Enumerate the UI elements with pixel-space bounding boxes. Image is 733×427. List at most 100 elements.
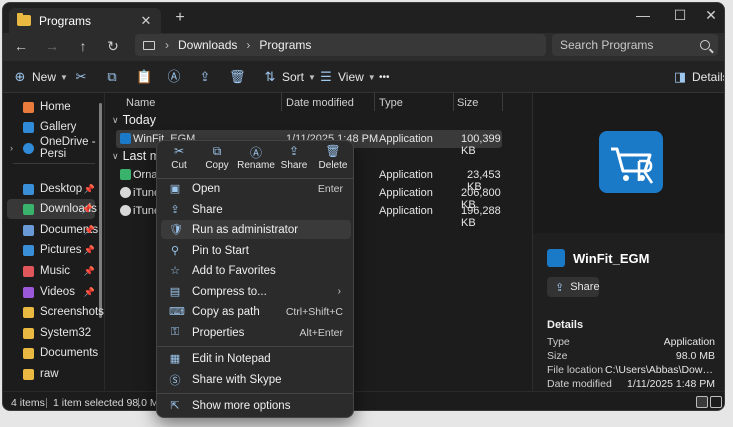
sidebar-item-home[interactable]: Home bbox=[3, 97, 97, 117]
back-button[interactable]: ← bbox=[12, 38, 30, 54]
menu-item-label: Edit in Notepad bbox=[192, 352, 271, 365]
sidebar-item-videos[interactable]: Videos 📌 bbox=[3, 282, 97, 302]
tab-close-icon[interactable]: ✕ bbox=[139, 13, 153, 29]
ctx-open[interactable]: ▣ Open Enter bbox=[161, 179, 351, 198]
close-window-button[interactable]: ✕ bbox=[701, 7, 721, 24]
ctx-copy-as-path[interactable]: ⌨ Copy as path Ctrl+Shift+C bbox=[161, 302, 351, 321]
menu-item-icon: ⚿ bbox=[170, 326, 180, 338]
ctx-action-label: Copy bbox=[205, 160, 229, 171]
pin-icon: 📌 bbox=[83, 244, 95, 255]
search-box[interactable]: Search Programs bbox=[552, 34, 718, 56]
folder-icon bbox=[23, 347, 34, 359]
cut-icon: ✂ bbox=[173, 144, 185, 158]
ctx-delete-button[interactable]: 🗑 Delete bbox=[314, 144, 352, 171]
sidebar-item-screenshots[interactable]: Screenshots bbox=[3, 302, 104, 322]
ctx-share-with-skype[interactable]: Ⓢ Share with Skype bbox=[161, 370, 351, 389]
more-options-button[interactable]: ••• bbox=[379, 68, 390, 86]
column-name[interactable]: Name bbox=[126, 95, 155, 111]
expand-chevron-icon[interactable]: › bbox=[10, 143, 13, 153]
paste-button[interactable]: 📋 bbox=[136, 68, 152, 86]
chevron-down-icon: ∨ bbox=[112, 150, 119, 161]
ctx-action-label: Cut bbox=[171, 160, 187, 171]
new-label: New bbox=[32, 70, 57, 84]
details-share-button[interactable]: ⇪ Share bbox=[547, 277, 600, 297]
folder-icon bbox=[23, 306, 34, 318]
menu-item-label: Add to Favorites bbox=[192, 264, 276, 277]
ctx-share[interactable]: ⇪ Share bbox=[161, 200, 351, 219]
sidebar-item-label: Music bbox=[40, 265, 71, 277]
ctx-show-more-options[interactable]: ⇱ Show more options bbox=[161, 396, 351, 415]
breadcrumb-downloads[interactable]: Downloads bbox=[178, 38, 237, 52]
prop-date-modified: Date modified 1/11/2025 1:48 PM bbox=[547, 378, 715, 391]
ctx-share-button[interactable]: ⇪ Share bbox=[275, 144, 313, 171]
plus-circle-icon: ⊕ bbox=[14, 69, 26, 84]
sidebar-item-system32[interactable]: System32 bbox=[3, 323, 97, 343]
maximize-button[interactable]: ☐ bbox=[670, 7, 690, 24]
tab-programs[interactable]: Programs ✕ bbox=[9, 8, 161, 33]
sidebar-item-music[interactable]: Music 📌 bbox=[3, 261, 97, 281]
sort-label: Sort bbox=[282, 70, 305, 84]
ctx-add-to-favorites[interactable]: ☆ Add to Favorites bbox=[161, 261, 351, 280]
ctx-edit-in-notepad[interactable]: ▦ Edit in Notepad bbox=[161, 349, 351, 368]
forward-button[interactable]: → bbox=[43, 38, 61, 54]
tiles-view-button[interactable] bbox=[710, 396, 722, 408]
details-toggle-button[interactable]: ◨ Details bbox=[673, 68, 724, 86]
column-divider[interactable] bbox=[374, 93, 375, 111]
sidebar-item-pictures[interactable]: Pictures 📌 bbox=[3, 240, 97, 260]
document-icon bbox=[23, 224, 34, 236]
rename-button[interactable]: Ⓐ bbox=[167, 68, 181, 86]
sidebar-item-documents[interactable]: Documents 📌 bbox=[3, 220, 98, 240]
ctx-cut-button[interactable]: ✂ Cut bbox=[160, 144, 198, 171]
address-bar-row: ← → ↑ ↻ › Downloads › Programs Search Pr… bbox=[3, 33, 724, 61]
column-size[interactable]: Size bbox=[457, 95, 478, 111]
column-type[interactable]: Type bbox=[379, 95, 403, 111]
up-button[interactable]: ↑ bbox=[74, 38, 92, 54]
menu-item-icon: ⇱ bbox=[170, 400, 180, 412]
folder-icon bbox=[23, 368, 34, 380]
sort-button[interactable]: ⇅ Sort ▼ bbox=[263, 68, 316, 86]
sidebar-item-desktop[interactable]: Desktop 📌 bbox=[3, 179, 97, 199]
sidebar-item-documents[interactable]: Documents bbox=[3, 343, 98, 363]
details-view-button[interactable] bbox=[696, 396, 708, 408]
details-title-row: WinFit_EGM bbox=[547, 249, 649, 267]
command-bar: ⊕ New ▼ ✂ ⧉ 📋 Ⓐ ⇪ 🗑 ⇅ Sort ▼ ☰ View ▼ ••… bbox=[3, 61, 724, 93]
new-button[interactable]: ⊕ New ▼ bbox=[13, 68, 68, 86]
minimize-button[interactable]: — bbox=[633, 7, 653, 23]
copy-button[interactable]: ⧉ bbox=[105, 68, 119, 86]
sidebar-item-gallery[interactable]: Gallery bbox=[3, 117, 97, 137]
chevron-right-icon: › bbox=[246, 38, 251, 52]
sidebar-scrollbar[interactable] bbox=[99, 103, 102, 318]
menu-item-icon: ⚲ bbox=[170, 245, 180, 257]
sidebar-item-raw[interactable]: raw bbox=[3, 364, 97, 384]
cloud-icon bbox=[23, 142, 34, 154]
ctx-compress-to[interactable]: ▤ Compress to... › bbox=[161, 282, 351, 301]
file-type: Application bbox=[379, 187, 433, 199]
more-icon: ••• bbox=[379, 71, 390, 83]
ctx-rename-button[interactable]: Ⓐ Rename bbox=[237, 144, 275, 171]
ctx-run-as-administrator[interactable]: 🛡 Run as administrator bbox=[161, 220, 351, 239]
sort-icon: ⇅ bbox=[264, 69, 276, 84]
address-bar[interactable]: › Downloads › Programs bbox=[135, 34, 546, 56]
refresh-button[interactable]: ↻ bbox=[104, 38, 122, 55]
search-input[interactable]: Search Programs bbox=[560, 38, 700, 52]
delete-button[interactable]: 🗑 bbox=[229, 68, 246, 86]
view-button[interactable]: ☰ View ▼ bbox=[319, 68, 376, 86]
ctx-copy-button[interactable]: ⧉ Copy bbox=[198, 144, 236, 171]
menu-item-icon: ⇪ bbox=[170, 204, 180, 216]
column-divider[interactable] bbox=[453, 93, 454, 111]
breadcrumb-programs[interactable]: Programs bbox=[259, 38, 311, 52]
new-tab-button[interactable]: + bbox=[171, 9, 189, 27]
sidebar-item-onedrive-persi[interactable]: › OneDrive - Persi bbox=[3, 136, 97, 160]
view-label: View bbox=[338, 70, 364, 84]
ctx-properties[interactable]: ⚿ Properties Alt+Enter bbox=[161, 323, 351, 342]
details-pane: WinFit_EGM ⇪ Share Details Type Applicati… bbox=[532, 93, 724, 391]
ctx-pin-to-start[interactable]: ⚲ Pin to Start bbox=[161, 241, 351, 260]
prop-value: 98.0 MB bbox=[675, 350, 715, 362]
share-button[interactable]: ⇪ bbox=[198, 68, 212, 86]
column-date-modified[interactable]: Date modified bbox=[286, 95, 354, 111]
column-divider[interactable] bbox=[281, 93, 282, 111]
sidebar-item-downloads[interactable]: Downloads 📌 bbox=[7, 199, 97, 219]
column-divider[interactable] bbox=[502, 93, 503, 111]
cut-button[interactable]: ✂ bbox=[74, 68, 88, 86]
group-header-today[interactable]: ∨ Today bbox=[112, 113, 156, 127]
